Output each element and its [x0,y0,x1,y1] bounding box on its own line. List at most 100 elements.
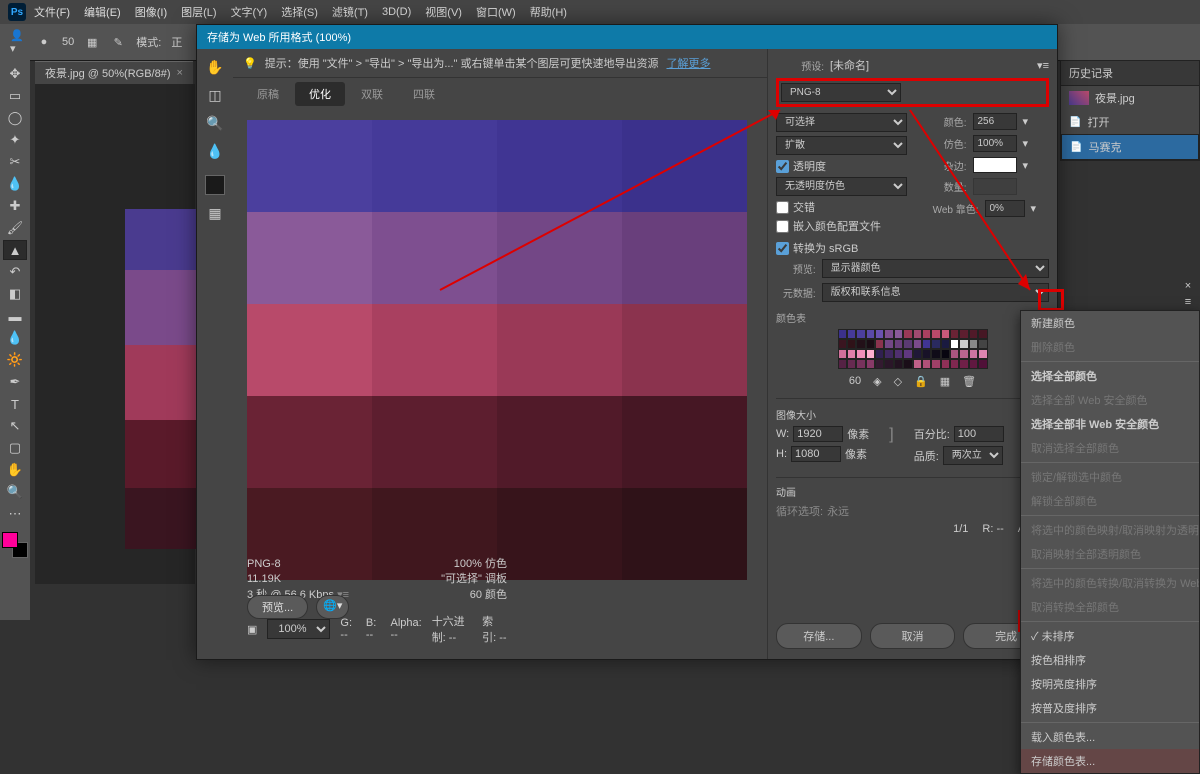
mode-value[interactable]: 正 [171,34,182,50]
tab-original[interactable]: 原稿 [243,82,293,106]
lasso-tool[interactable]: ◯ [3,108,27,128]
dodge-tool[interactable]: 🔆 [3,350,27,370]
menu-window[interactable]: 窗口(W) [470,2,522,22]
mini-menu-icon[interactable]: ≡ [1185,296,1191,308]
menu-filter[interactable]: 滤镜(T) [326,2,374,22]
history-snapshot[interactable]: 夜景.jpg [1061,86,1199,110]
hand-tool-icon[interactable]: ✋ [205,57,225,77]
tab-2up[interactable]: 双联 [347,82,397,106]
menu-select[interactable]: 选择(S) [275,2,324,22]
percent-input[interactable] [954,426,1004,442]
zoom-select[interactable]: 100% [267,619,330,639]
type-tool[interactable]: T [3,394,27,414]
save-button[interactable]: 存储... [776,623,862,649]
brush-tool[interactable]: 🖌 [3,218,27,238]
tool-preset-icon[interactable]: 👤▾ [10,34,26,50]
transparency-check[interactable] [776,160,789,173]
brush-panel-icon[interactable]: ▦ [84,34,100,50]
zoom-tool[interactable]: 🔍 [3,482,27,502]
mini-close-icon[interactable]: × [1185,280,1191,292]
metadata-select[interactable]: 版权和联系信息 [822,283,1049,302]
ct-icon[interactable]: ◇ [894,375,902,388]
brush-settings-icon[interactable]: ✎ [110,34,126,50]
height-input[interactable] [791,446,841,462]
menu-help[interactable]: 帮助(H) [524,2,573,22]
preset-label: 预设: [776,58,824,73]
matte-swatch[interactable] [973,157,1017,173]
slice-tool-icon[interactable]: ◫ [205,85,225,105]
menu-item[interactable]: 按明亮度排序 [1021,672,1199,696]
convert-check[interactable] [776,242,789,255]
shape-tool[interactable]: ▢ [3,438,27,458]
dither-input[interactable] [973,135,1017,152]
toggle-icon[interactable]: ▣ [247,623,257,636]
close-icon[interactable]: × [177,67,183,79]
stamp-tool[interactable]: ▲ [3,240,27,260]
heal-tool[interactable]: ✚ [3,196,27,216]
menu-item[interactable]: 按普及度排序 [1021,696,1199,720]
imagesize-label: 图像大小 [776,407,1049,422]
quality-select[interactable]: 两次立方 [943,446,1003,465]
preview-button[interactable]: 预览... [247,595,308,619]
ct-icon[interactable]: 🗑 [962,375,976,388]
menu-edit[interactable]: 编辑(E) [78,2,127,22]
eraser-tool[interactable]: ◧ [3,284,27,304]
menu-item[interactable]: 按色相排序 [1021,648,1199,672]
history-item[interactable]: 📄 打开 [1061,110,1199,134]
web-input[interactable] [985,200,1025,217]
eyedropper-tool[interactable]: 💧 [3,174,27,194]
brush-size[interactable]: 50 [62,36,74,48]
menu-file[interactable]: 文件(F) [28,2,76,22]
hand-tool[interactable]: ✋ [3,460,27,480]
menu-item[interactable]: 新建颜色 [1021,311,1199,335]
move-tool[interactable]: ✥ [3,64,27,84]
learn-more-link[interactable]: 了解更多 [666,55,710,71]
doc-tab[interactable]: 夜景.jpg @ 50%(RGB/8#) × [35,61,193,84]
cancel-button[interactable]: 取消 [870,623,956,649]
link-icon[interactable]: ] [889,426,893,469]
path-tool[interactable]: ↖ [3,416,27,436]
browser-button[interactable]: 🌐▾ [316,595,349,619]
colors-input[interactable] [973,113,1017,130]
menu-type[interactable]: 文字(Y) [225,2,274,22]
amount-input [973,178,1017,195]
menu-3d[interactable]: 3D(D) [376,4,417,20]
trans-dither-select[interactable]: 无透明度仿色 [776,177,907,196]
preview-select[interactable]: 显示器颜色 [822,259,1049,278]
ct-icon[interactable]: ◈ [873,375,881,388]
menu-item[interactable]: 存储颜色表... [1021,749,1199,773]
tab-4up[interactable]: 四联 [399,82,449,106]
eyedropper-tool-icon[interactable]: 💧 [205,141,225,161]
ct-icon[interactable]: ▦ [940,375,950,388]
embed-check[interactable] [776,220,789,233]
format-select[interactable]: PNG-8 [781,83,901,102]
menu-item[interactable]: 选择全部颜色 [1021,364,1199,388]
gradient-tool[interactable]: ▬ [3,306,27,326]
pen-tool[interactable]: ✒ [3,372,27,392]
color-table-grid[interactable] [838,329,988,369]
diffusion-select[interactable]: 扩散 [776,136,907,155]
tab-optimized[interactable]: 优化 [295,82,345,106]
history-item[interactable]: 📄 马赛克 [1061,134,1199,160]
menu-layer[interactable]: 图层(L) [175,2,222,22]
history-brush-tool[interactable]: ↶ [3,262,27,282]
color-swatch[interactable] [2,532,28,558]
marquee-tool[interactable]: ▭ [3,86,27,106]
slice-visibility-icon[interactable]: ▦ [205,203,225,223]
menu-item[interactable]: 选择全部非 Web 安全颜色 [1021,412,1199,436]
crop-tool[interactable]: ✂ [3,152,27,172]
reduction-select[interactable]: 可选择 [776,113,907,132]
interlace-check[interactable] [776,201,789,214]
ct-icon[interactable]: 🔒 [914,375,928,388]
fg-color[interactable] [2,532,18,548]
edit-toolbar[interactable]: ⋯ [3,504,27,524]
zoom-tool-icon[interactable]: 🔍 [205,113,225,133]
blur-tool[interactable]: 💧 [3,328,27,348]
menu-item[interactable]: ✓ 未排序 [1021,624,1199,648]
menu-image[interactable]: 图像(I) [129,2,173,22]
preset-menu-icon[interactable]: ▾≡ [1037,59,1049,72]
menu-view[interactable]: 视图(V) [419,2,468,22]
menu-item[interactable]: 载入颜色表... [1021,725,1199,749]
wand-tool[interactable]: ✦ [3,130,27,150]
width-input[interactable] [793,426,843,442]
